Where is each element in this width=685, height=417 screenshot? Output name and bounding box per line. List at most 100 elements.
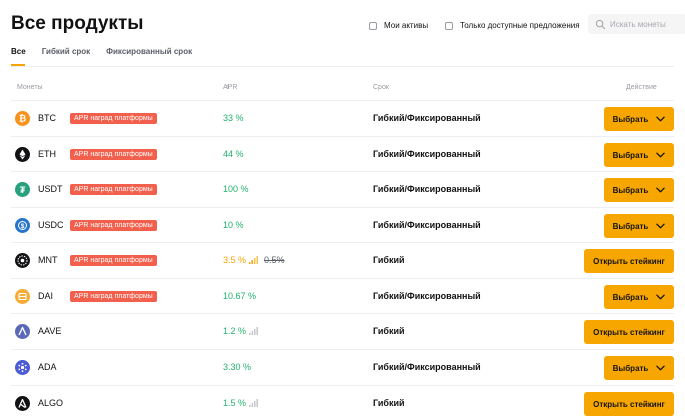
select-button[interactable]: Выбрать [604, 214, 674, 238]
table-row: MNT APR наград платформы 3.5 % 0.5% Гибкий От… [11, 242, 674, 278]
apr-text: 10 % [223, 220, 244, 230]
apr-value: 3.5 % 0.5% [223, 255, 285, 265]
table-row: ADA 3.30 % Гибкий/Фиксированный Выбрать [11, 349, 674, 385]
apr-value: 10.67 % [223, 291, 256, 301]
search-input[interactable] [610, 19, 680, 29]
coin-name: ETH [38, 149, 56, 159]
open-staking-button[interactable]: Открыть стейкинг [584, 249, 674, 273]
algo-icon [15, 396, 30, 411]
button-label: Выбрать [612, 363, 649, 373]
btc-icon: ₿ [15, 111, 30, 126]
apr-value: 44 % [223, 149, 244, 159]
table-row: ETH APR наград платформы 44 % Гибкий/Фиксир… [11, 136, 674, 172]
coin-name: MNT [38, 255, 58, 265]
available-only-checkbox[interactable] [445, 21, 453, 30]
svg-text:₮: ₮ [20, 185, 26, 195]
table-row: ALGO 1.5 % Гибкий Открыть стейкинг [11, 385, 674, 417]
apr-text: 10.67 % [223, 291, 257, 301]
apr-value: 100 % [223, 184, 249, 194]
term-value: Гибкий/Фиксированный [373, 149, 481, 159]
apr-chart-icon[interactable] [249, 327, 259, 335]
tab-all[interactable]: Все [11, 47, 26, 66]
term-value: Гибкий/Фиксированный [373, 113, 481, 123]
svg-text:₿: ₿ [19, 114, 26, 124]
eth-icon [15, 147, 30, 162]
svg-text:$: $ [21, 223, 25, 230]
term-value: Гибкий [373, 326, 405, 336]
coin-name: USDC [38, 220, 64, 230]
my-assets-checkbox[interactable] [369, 21, 377, 30]
table-row: AAVE 1.2 % Гибкий Открыть стейкинг [11, 313, 674, 349]
search-box[interactable] [588, 14, 685, 34]
sort-icon[interactable]: ⇕ [225, 84, 230, 91]
my-assets-filter[interactable]: Мои активы [369, 21, 428, 30]
ada-icon [15, 360, 30, 375]
apr-old-value: 0.5% [264, 255, 285, 265]
platform-apr-badge: APR наград платформы [70, 291, 157, 302]
apr-chart-icon[interactable] [249, 256, 259, 264]
button-label: Выбрать [612, 221, 649, 231]
tabs-divider [11, 66, 674, 67]
chevron-down-icon [656, 187, 666, 193]
term-value: Гибкий [373, 255, 405, 265]
apr-text: 44 % [223, 149, 244, 159]
select-button[interactable]: Выбрать [604, 285, 674, 309]
apr-text: 100 % [223, 184, 249, 194]
table-row: DAI APR наград платформы 10.67 % Гибкий/Фик… [11, 278, 674, 314]
term-value: Гибкий [373, 398, 405, 408]
table-row: ₮ USDT APR наград платформы 100 % Гибкий/Фик… [11, 171, 674, 207]
mnt-icon [15, 253, 30, 268]
search-icon [595, 19, 606, 29]
platform-apr-badge: APR наград платформы [70, 113, 157, 124]
term-value: Гибкий/Фиксированный [373, 291, 481, 301]
coin-name: ADA [38, 362, 57, 372]
term-value: Гибкий/Фиксированный [373, 362, 481, 372]
button-label: Выбрать [612, 292, 649, 302]
header-coins: Монеты [17, 84, 43, 91]
button-label: Выбрать [612, 150, 649, 160]
my-assets-label: Мои активы [384, 21, 429, 30]
product-tabs: Все Гибкий срок Фиксированный срок [11, 47, 208, 66]
coin-name: BTC [38, 113, 56, 123]
usdt-icon: ₮ [15, 182, 30, 197]
coin-name: DAI [38, 291, 54, 301]
term-value: Гибкий/Фиксированный [373, 220, 481, 230]
select-button[interactable]: Выбрать [604, 356, 674, 380]
apr-text: 3.30 % [223, 362, 252, 372]
apr-value: 1.2 % [223, 326, 259, 336]
platform-apr-badge: APR наград платформы [70, 220, 157, 231]
tab-flexible[interactable]: Гибкий срок [42, 47, 90, 66]
open-staking-button[interactable]: Открыть стейкинг [584, 320, 674, 344]
select-button[interactable]: Выбрать [604, 107, 674, 131]
select-button[interactable]: Выбрать [604, 178, 674, 202]
button-label: Открыть стейкинг [593, 327, 665, 337]
header-term: Срок [373, 84, 389, 91]
apr-text: 3.5 % [223, 255, 247, 265]
button-label: Выбрать [612, 114, 649, 124]
apr-text: 33 % [223, 113, 244, 123]
available-only-filter[interactable]: Только доступные предложения [445, 21, 580, 30]
table-row: $ USDC APR наград платформы 10 % Гибкий/Фикс… [11, 207, 674, 243]
button-label: Открыть стейкинг [593, 256, 665, 266]
table-header: Монеты APR ⇕ Срок Действие [0, 84, 685, 96]
button-label: Выбрать [612, 185, 649, 195]
chevron-down-icon [656, 294, 666, 300]
apr-chart-icon[interactable] [249, 399, 259, 407]
apr-value: 3.30 % [223, 362, 251, 372]
tab-fixed[interactable]: Фиксированный срок [106, 47, 192, 66]
table-row: ₿ BTC APR наград платформы 33 % Гибкий/Фикси… [11, 100, 674, 136]
open-staking-button[interactable]: Открыть стейкинг [584, 392, 674, 416]
apr-value: 1.5 % [223, 398, 259, 408]
coin-name: USDT [38, 184, 63, 194]
term-value: Гибкий/Фиксированный [373, 184, 481, 194]
chevron-down-icon [656, 223, 666, 229]
apr-value: 10 % [223, 220, 244, 230]
available-only-label: Только доступные предложения [460, 21, 580, 30]
chevron-down-icon [656, 116, 666, 122]
header-action: Действие [626, 84, 657, 91]
select-button[interactable]: Выбрать [604, 143, 674, 167]
platform-apr-badge: APR наград платформы [70, 255, 157, 266]
apr-text: 1.5 % [223, 398, 247, 408]
chevron-down-icon [656, 152, 666, 158]
aave-icon [15, 324, 30, 339]
